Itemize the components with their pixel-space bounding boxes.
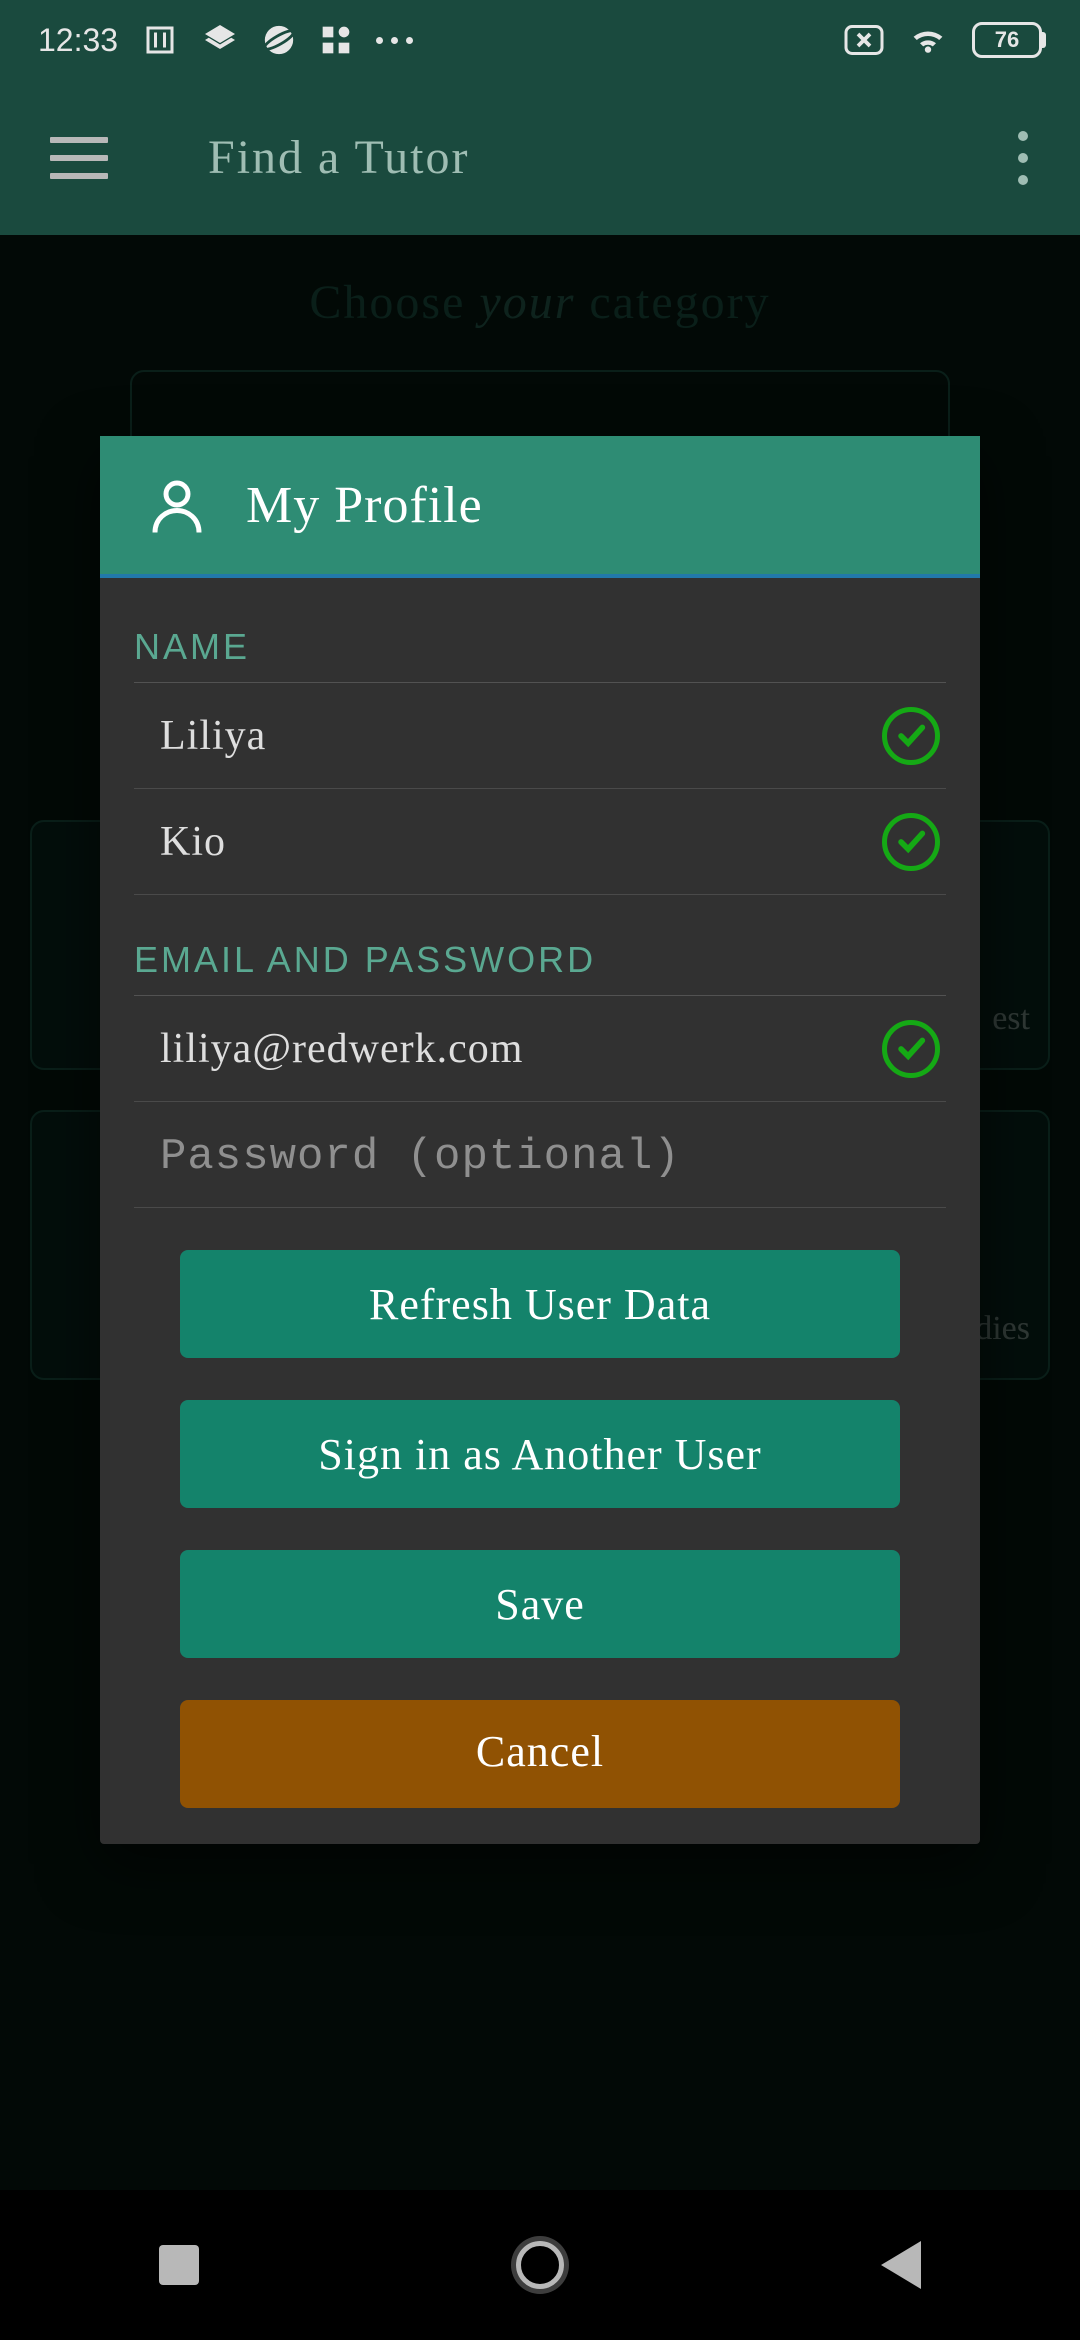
section-email-label: EMAIL AND PASSWORD xyxy=(134,939,946,996)
save-button[interactable]: Save xyxy=(180,1550,900,1658)
back-button[interactable] xyxy=(881,2241,921,2289)
more-dots-icon xyxy=(376,37,413,44)
person-icon xyxy=(144,472,210,538)
globe-icon xyxy=(262,23,296,57)
statusbar: 12:33 76 xyxy=(0,0,1080,80)
check-icon xyxy=(882,707,940,765)
recents-button[interactable] xyxy=(159,2245,199,2285)
dialog-header: My Profile xyxy=(100,436,980,578)
close-box-icon xyxy=(844,25,884,55)
appbar: Find a Tutor xyxy=(0,80,1080,235)
check-icon xyxy=(882,1020,940,1078)
check-icon xyxy=(882,813,940,871)
overflow-icon[interactable] xyxy=(1018,131,1028,185)
dialog-title: My Profile xyxy=(246,476,483,535)
first-name-input[interactable] xyxy=(160,712,882,760)
email-row xyxy=(134,996,946,1102)
battery-icon: 76 xyxy=(972,22,1042,58)
first-name-row xyxy=(134,683,946,789)
menu-icon[interactable] xyxy=(50,137,108,179)
last-name-row xyxy=(134,789,946,895)
system-navbar xyxy=(0,2190,1080,2340)
last-name-input[interactable] xyxy=(160,818,882,866)
grid-icon xyxy=(320,24,352,56)
section-name-label: NAME xyxy=(134,626,946,683)
home-button[interactable] xyxy=(516,2241,564,2289)
cancel-button[interactable]: Cancel xyxy=(180,1700,900,1808)
profile-dialog: My Profile NAME EMAIL AND PASSWORD Refre… xyxy=(100,436,980,1844)
page-title: Find a Tutor xyxy=(208,130,469,185)
signin-other-button[interactable]: Sign in as Another User xyxy=(180,1400,900,1508)
layers-icon xyxy=(202,22,238,58)
status-time: 12:33 xyxy=(38,22,118,59)
email-input[interactable] xyxy=(160,1025,882,1073)
password-input[interactable] xyxy=(160,1131,940,1179)
refresh-button[interactable]: Refresh User Data xyxy=(180,1250,900,1358)
nfc-icon xyxy=(142,22,178,58)
password-row xyxy=(134,1102,946,1208)
wifi-icon xyxy=(908,24,948,56)
